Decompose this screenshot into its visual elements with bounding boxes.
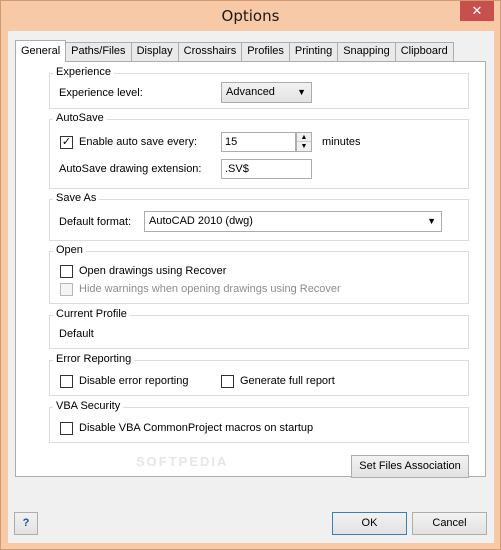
open-using-recover-label: Open drawings using Recover (79, 265, 227, 277)
default-format-select[interactable]: AutoCAD 2010 (dwg) ▼ (144, 211, 442, 232)
saveas-group-title: Save As (53, 192, 100, 204)
generate-full-report-checkbox[interactable] (221, 375, 234, 388)
current-profile-value: Default (59, 328, 94, 340)
disable-vba-macros-label: Disable VBA CommonProject macros on star… (79, 422, 314, 434)
vba-security-group-title: VBA Security (53, 400, 124, 412)
close-button[interactable]: ✕ (460, 1, 494, 21)
experience-group: Experience Experience level: Advanced ▼ (49, 66, 469, 109)
current-profile-group: Current Profile Default (49, 308, 469, 349)
autosave-interval-spinner[interactable]: ▲ ▼ (296, 132, 312, 152)
tab-clipboard[interactable]: Clipboard (394, 42, 454, 61)
tab-strip: General Paths/Files Display Crosshairs P… (15, 40, 454, 62)
open-group-title: Open (53, 244, 86, 256)
default-format-value: AutoCAD 2010 (dwg) (149, 215, 253, 227)
open-group: Open Open drawings using Recover Hide wa… (49, 244, 469, 304)
default-format-label: Default format: (59, 216, 132, 228)
autosave-interval-input[interactable]: 15 (221, 132, 296, 152)
tab-printing[interactable]: Printing (288, 42, 339, 61)
minutes-label: minutes (322, 136, 361, 148)
autosave-group-title: AutoSave (53, 112, 107, 124)
autosave-extension-input[interactable]: .SV$ (221, 159, 312, 179)
help-button[interactable]: ? (14, 512, 38, 535)
dialog-client-area: General Paths/Files Display Crosshairs P… (8, 31, 494, 543)
watermark: SOFTPEDIA (136, 454, 229, 469)
title-bar[interactable]: Options ✕ (1, 1, 500, 31)
tab-snapping[interactable]: Snapping (337, 42, 396, 61)
spin-down-icon[interactable]: ▼ (297, 142, 311, 151)
generate-full-report-label: Generate full report (240, 375, 335, 387)
disable-vba-macros-checkbox[interactable] (60, 422, 73, 435)
chevron-down-icon: ▼ (427, 216, 436, 226)
tab-general[interactable]: General (15, 40, 67, 62)
spin-up-icon[interactable]: ▲ (297, 133, 311, 142)
experience-level-label: Experience level: (59, 87, 143, 99)
autosave-group: AutoSave ✓ Enable auto save every: 15 ▲ … (49, 112, 469, 189)
hide-warnings-label: Hide warnings when opening drawings usin… (79, 283, 341, 295)
hide-warnings-checkbox[interactable] (60, 283, 73, 296)
error-reporting-group: Error Reporting Disable error reporting … (49, 353, 469, 396)
experience-level-select[interactable]: Advanced ▼ (221, 82, 312, 103)
open-using-recover-checkbox[interactable] (60, 265, 73, 278)
tab-paths-files[interactable]: Paths/Files (65, 42, 132, 61)
experience-group-title: Experience (53, 66, 115, 78)
disable-error-reporting-checkbox[interactable] (60, 375, 73, 388)
disable-error-reporting-label: Disable error reporting (79, 375, 189, 387)
chevron-down-icon: ▼ (297, 87, 306, 97)
enable-autosave-checkbox[interactable]: ✓ (60, 136, 73, 149)
cancel-button[interactable]: Cancel (412, 512, 487, 535)
error-reporting-group-title: Error Reporting (53, 353, 135, 365)
tab-display[interactable]: Display (130, 42, 179, 61)
experience-level-value: Advanced (226, 86, 275, 98)
tab-crosshairs[interactable]: Crosshairs (177, 42, 243, 61)
options-window: Options ✕ General Paths/Files Display Cr… (0, 0, 501, 550)
current-profile-group-title: Current Profile (53, 308, 130, 320)
set-files-association-button[interactable]: Set Files Association (351, 455, 469, 478)
enable-autosave-label: Enable auto save every: (79, 136, 198, 148)
vba-security-group: VBA Security Disable VBA CommonProject m… (49, 400, 469, 443)
window-title: Options (221, 7, 280, 25)
general-tab-panel: SOFTPEDIA Experience Experience level: A… (15, 61, 486, 478)
autosave-extension-label: AutoSave drawing extension: (59, 163, 202, 175)
saveas-group: Save As Default format: AutoCAD 2010 (dw… (49, 192, 469, 241)
tab-profiles[interactable]: Profiles (241, 42, 290, 61)
ok-button[interactable]: OK (332, 512, 407, 535)
